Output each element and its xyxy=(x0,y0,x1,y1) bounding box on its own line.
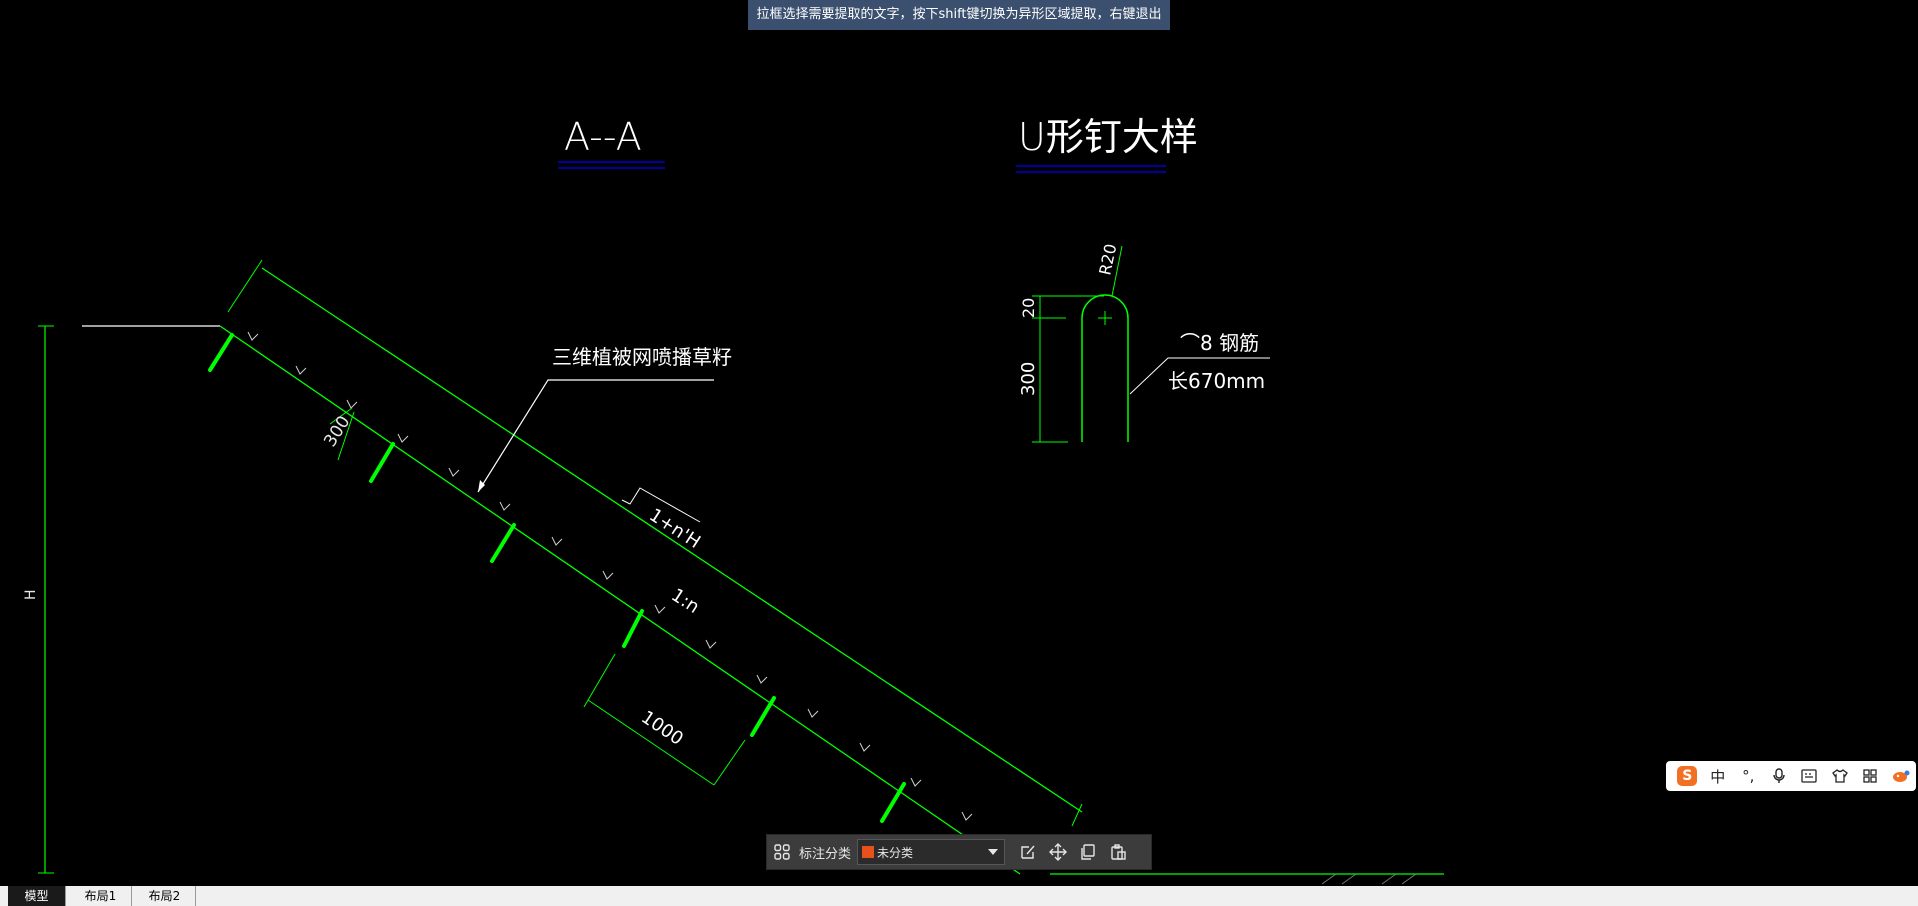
category-select-value: 未分类 xyxy=(877,845,914,860)
hatch-2 xyxy=(1341,873,1357,885)
hatch-1 xyxy=(1321,873,1337,885)
copy-icon[interactable] xyxy=(1073,837,1103,867)
annotation-toolbar: 标注分类 未分类 xyxy=(766,834,1152,870)
paste-icon[interactable] xyxy=(1103,837,1133,867)
ime-toolbar: S 中 °, xyxy=(1666,761,1916,791)
section-title: A--A xyxy=(564,115,642,159)
extract-hint-banner: 拉框选择需要提取的文字，按下shift键切换为异形区域提取，右键退出 xyxy=(748,0,1170,30)
anchor-marks xyxy=(247,331,973,821)
u-nails-group xyxy=(208,333,906,823)
tab-model[interactable]: 模型 xyxy=(8,886,66,906)
category-color-swatch xyxy=(862,846,875,858)
ime-logo-icon[interactable]: S xyxy=(1672,763,1703,789)
slope-ratio-label: 1:n xyxy=(667,585,703,618)
keyboard-icon[interactable] xyxy=(1794,763,1825,789)
hatch-3 xyxy=(1381,873,1397,885)
tab-layout1[interactable]: 布局1 xyxy=(70,886,132,906)
height-label: H xyxy=(23,589,39,600)
hatch-4 xyxy=(1401,873,1417,885)
dim-1000-label: 1000 xyxy=(637,707,687,750)
slope-dim-ext-top xyxy=(227,259,263,313)
chevron-down-icon xyxy=(988,849,999,855)
mascot-icon[interactable] xyxy=(1886,763,1917,789)
category-label: 标注分类 xyxy=(799,846,852,862)
grid-icon[interactable] xyxy=(767,837,797,867)
tab-layout2[interactable]: 布局2 xyxy=(134,886,196,906)
ime-lang-toggle[interactable]: 中 xyxy=(1703,763,1734,789)
rebar-label: ⌒8 钢筋 xyxy=(1180,331,1259,355)
detail-title: U形钉大样 xyxy=(1018,115,1198,159)
length-label: 长670mm xyxy=(1168,369,1265,393)
dim-1000-ext-left xyxy=(583,653,616,708)
dim-300-slope-label: 300 xyxy=(320,413,354,451)
slope-dim-ext-bottom xyxy=(1071,803,1083,827)
category-select[interactable]: 未分类 xyxy=(857,839,1006,865)
apps-icon[interactable] xyxy=(1855,763,1886,789)
layout-tab-bar: 模型 布局1 布局2 xyxy=(0,886,1918,906)
shirt-icon[interactable] xyxy=(1825,763,1856,789)
dim-300-label: 300 xyxy=(1018,362,1039,396)
dim-20-label: 20 xyxy=(1019,298,1038,318)
net-label-leader xyxy=(477,379,714,493)
edit-icon[interactable] xyxy=(1013,837,1043,867)
mic-icon[interactable] xyxy=(1764,763,1795,789)
cad-drawing-canvas[interactable]: H 300 三维植被网喷播草籽 1+n'H 1:n 1000 A--A U形钉大 xyxy=(0,0,1918,906)
dim-1000-ext-right xyxy=(713,739,746,786)
move-icon[interactable] xyxy=(1043,837,1073,867)
net-label: 三维植被网喷播草籽 xyxy=(552,345,732,369)
ime-punct-toggle[interactable]: °, xyxy=(1733,763,1764,789)
